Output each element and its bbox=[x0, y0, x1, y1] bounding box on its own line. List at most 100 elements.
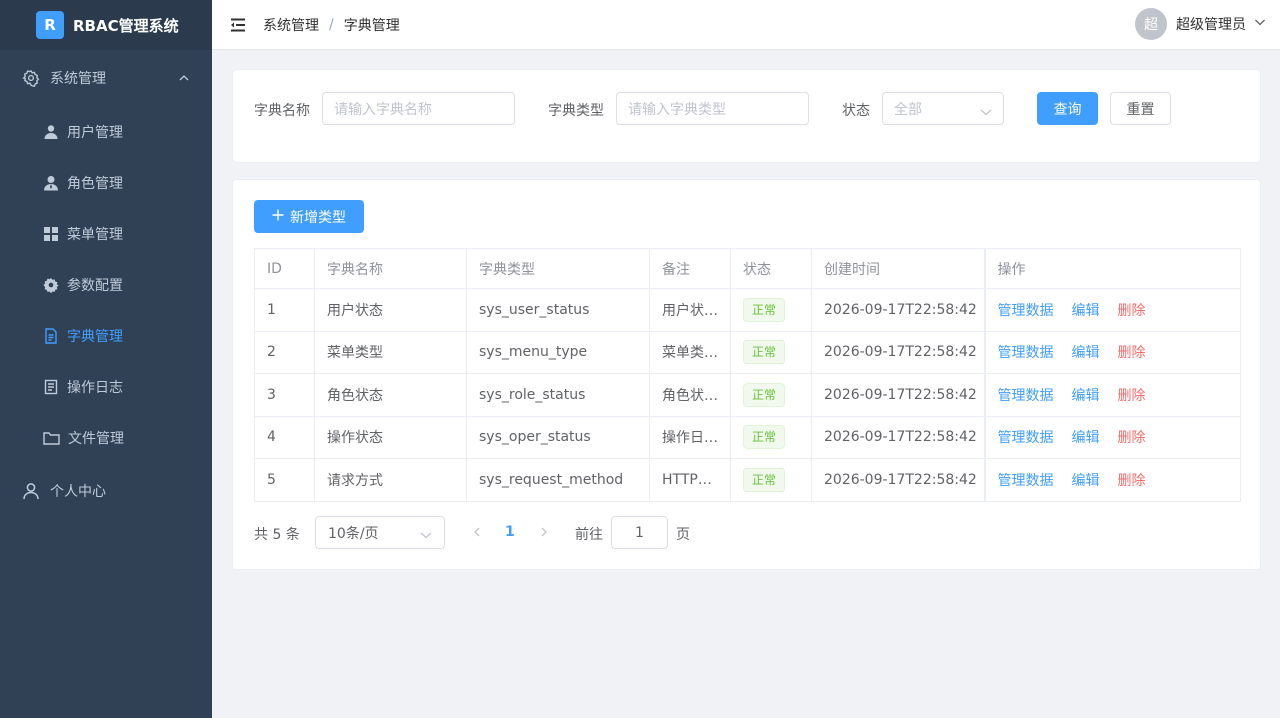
sidebar-group-system[interactable]: 系统管理 bbox=[0, 50, 212, 106]
cell-name: 请求方式 bbox=[314, 458, 467, 502]
next-page-icon[interactable] bbox=[539, 526, 549, 542]
sidebar-item-menus[interactable]: 菜单管理 bbox=[0, 208, 212, 259]
column-header-name: 字典名称 bbox=[314, 248, 467, 289]
sidebar-item-files[interactable]: 文件管理 bbox=[0, 412, 212, 463]
delete-link[interactable]: 删除 bbox=[1118, 473, 1146, 489]
person-outline-icon bbox=[22, 482, 40, 500]
goto-unit: 页 bbox=[676, 527, 690, 543]
grid-icon bbox=[43, 226, 59, 242]
cell-id: 5 bbox=[254, 458, 315, 502]
edit-link[interactable]: 编辑 bbox=[1072, 430, 1100, 446]
sidebar-item-oplog[interactable]: 操作日志 bbox=[0, 361, 212, 412]
edit-link[interactable]: 编辑 bbox=[1072, 345, 1100, 361]
status-select-value: 全部 bbox=[894, 101, 922, 118]
edit-link[interactable]: 编辑 bbox=[1072, 388, 1100, 404]
edit-link[interactable]: 编辑 bbox=[1072, 303, 1100, 319]
cell-id: 4 bbox=[254, 415, 315, 459]
goto-page-input[interactable]: 1 bbox=[611, 516, 668, 549]
chevron-down-icon bbox=[1254, 16, 1266, 32]
sidebar-item-label: 文件管理 bbox=[68, 430, 124, 447]
query-button[interactable]: 查询 bbox=[1037, 92, 1098, 125]
dict-type-input[interactable]: 请输入字典类型 bbox=[616, 92, 809, 125]
add-type-label: 新增类型 bbox=[290, 209, 346, 226]
app-title: RBAC管理系统 bbox=[73, 16, 179, 35]
sidebar-item-dictionary[interactable]: 字典管理 bbox=[0, 310, 212, 361]
manage-data-link[interactable]: 管理数据 bbox=[998, 345, 1054, 361]
manage-data-link[interactable]: 管理数据 bbox=[998, 388, 1054, 404]
table-row: 1 用户状态 sys_user_status 用户状… 正常 2026-09-17T22:… bbox=[254, 288, 1241, 332]
cell-created: 2026-09-17T22:58:42 bbox=[811, 373, 985, 417]
breadcrumb-separator: / bbox=[329, 16, 334, 33]
sidebar-item-users[interactable]: 用户管理 bbox=[0, 106, 212, 157]
table-row: 5 请求方式 sys_request_method HTTP… 正常 2026-09-17… bbox=[254, 458, 1241, 502]
page-size-select[interactable]: 10条/页 bbox=[315, 516, 445, 549]
cell-type: sys_oper_status bbox=[466, 415, 650, 459]
sidebar-group-label: 系统管理 bbox=[50, 71, 106, 87]
manage-data-link[interactable]: 管理数据 bbox=[998, 430, 1054, 446]
cell-remark: 操作日… bbox=[649, 415, 731, 459]
sidebar-item-params[interactable]: 参数配置 bbox=[0, 259, 212, 310]
cell-id: 1 bbox=[254, 288, 315, 332]
cell-remark: 用户状… bbox=[649, 288, 731, 332]
breadcrumb-item-system[interactable]: 系统管理 bbox=[263, 15, 319, 35]
cell-remark: 菜单类… bbox=[649, 330, 731, 374]
dict-type-label: 字典类型 bbox=[548, 103, 604, 119]
sidebar-item-profile[interactable]: 个人中心 bbox=[0, 463, 212, 519]
cell-name: 用户状态 bbox=[314, 288, 467, 332]
cell-type: sys_menu_type bbox=[466, 330, 650, 374]
dict-name-input[interactable]: 请输入字典名称 bbox=[322, 92, 515, 125]
sidebar-item-label: 字典管理 bbox=[67, 328, 123, 345]
breadcrumb-item-current: 字典管理 bbox=[343, 17, 400, 34]
sidebar-item-label: 操作日志 bbox=[67, 379, 123, 396]
manage-data-link[interactable]: 管理数据 bbox=[998, 303, 1054, 319]
settings-icon bbox=[43, 277, 59, 293]
reset-button[interactable]: 重置 bbox=[1110, 92, 1171, 125]
pagination: 共 5 条 10条/页 1 前往 1 页 bbox=[254, 516, 954, 549]
column-header-id: ID bbox=[254, 248, 315, 289]
sidebar: R RBAC管理系统 系统管理 用户管理 角色管理 菜单管理 参数配置 字典管理… bbox=[0, 0, 212, 718]
cell-actions: 管理数据 编辑 删除 bbox=[983, 373, 1241, 417]
column-header-created: 创建时间 bbox=[811, 248, 985, 289]
status-badge: 正常 bbox=[743, 297, 786, 322]
delete-link[interactable]: 删除 bbox=[1118, 345, 1146, 361]
dict-table-card: 新增类型 ID 字典名称 字典类型 备注 状态 创建时间 操作 1 用户状态 sys… bbox=[232, 179, 1261, 570]
sidebar-item-label: 个人中心 bbox=[50, 484, 106, 500]
status-badge: 正常 bbox=[743, 425, 786, 450]
cell-actions: 管理数据 编辑 删除 bbox=[983, 330, 1241, 374]
page-number-current[interactable]: 1 bbox=[505, 524, 515, 540]
cell-type: sys_request_method bbox=[466, 458, 650, 502]
table-body: 1 用户状态 sys_user_status 用户状… 正常 2026-09-17T22:… bbox=[254, 288, 1241, 502]
add-type-button[interactable]: 新增类型 bbox=[254, 200, 364, 233]
cell-status: 正常 bbox=[730, 288, 812, 332]
edit-link[interactable]: 编辑 bbox=[1072, 473, 1100, 489]
cell-name: 角色状态 bbox=[314, 373, 467, 417]
sidebar-item-label: 用户管理 bbox=[67, 124, 123, 141]
user-icon bbox=[43, 124, 59, 140]
menu-fold-icon[interactable] bbox=[229, 16, 247, 34]
column-header-status: 状态 bbox=[730, 248, 812, 289]
page-size-value: 10条/页 bbox=[328, 525, 379, 542]
status-badge: 正常 bbox=[743, 382, 786, 407]
sidebar-item-label: 角色管理 bbox=[67, 175, 123, 192]
prev-page-icon[interactable] bbox=[472, 526, 482, 542]
logo[interactable]: R RBAC管理系统 bbox=[0, 0, 212, 50]
column-header-actions: 操作 bbox=[983, 248, 1241, 289]
user-dropdown[interactable]: 超 超级管理员 bbox=[1135, 8, 1266, 40]
sidebar-item-roles[interactable]: 角色管理 bbox=[0, 157, 212, 208]
delete-link[interactable]: 删除 bbox=[1118, 303, 1146, 319]
dict-name-label: 字典名称 bbox=[254, 103, 310, 119]
cell-status: 正常 bbox=[730, 458, 812, 502]
cell-created: 2026-09-17T22:58:42 bbox=[811, 288, 985, 332]
table-row: 2 菜单类型 sys_menu_type 菜单类… 正常 2026-09-17T22:58… bbox=[254, 330, 1241, 374]
cell-name: 菜单类型 bbox=[314, 330, 467, 374]
logo-icon: R bbox=[36, 11, 64, 39]
delete-link[interactable]: 删除 bbox=[1118, 430, 1146, 446]
goto-label: 前往 bbox=[575, 527, 603, 543]
pagination-total: 共 5 条 bbox=[254, 527, 300, 543]
folder-icon bbox=[43, 430, 60, 446]
status-badge: 正常 bbox=[743, 467, 786, 492]
delete-link[interactable]: 删除 bbox=[1118, 388, 1146, 404]
chevron-down-icon bbox=[420, 528, 432, 544]
status-select[interactable]: 全部 bbox=[882, 92, 1004, 125]
manage-data-link[interactable]: 管理数据 bbox=[998, 473, 1054, 489]
